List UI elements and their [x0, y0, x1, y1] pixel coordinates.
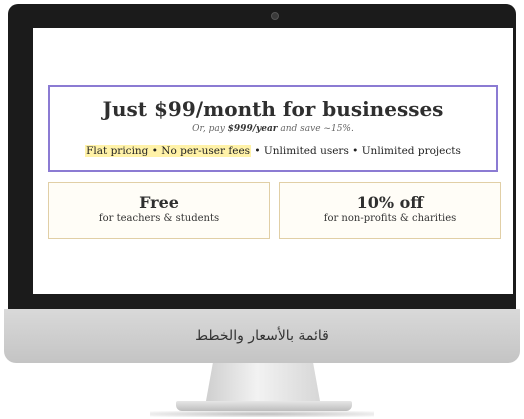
- features-line: Flat pricing • No per-user fees • Unlimi…: [50, 145, 496, 157]
- business-pricing-panel: Just $99/month for businesses Or, pay $9…: [48, 85, 498, 172]
- subline-suffix: and save ~15%.: [277, 124, 354, 134]
- free-offer-title: Free: [139, 193, 179, 212]
- nonprofit-offer-subtitle: for non-profits & charities: [323, 213, 457, 224]
- free-offer-panel: Free for teachers & students: [48, 182, 270, 239]
- nonprofit-offer-title: 10% off: [356, 193, 424, 212]
- free-offer-subtitle: for teachers & students: [98, 213, 220, 224]
- pricing-headline: Just $99/month for businesses: [102, 97, 444, 121]
- monitor-chin: قائمة بالأسعار والخطط: [4, 309, 520, 363]
- monitor-bezel: Just $99/month for businesses Or, pay $9…: [8, 4, 516, 309]
- features-highlight: Flat pricing • No per-user fees: [85, 145, 252, 157]
- monitor-caption: قائمة بالأسعار والخطط: [195, 328, 329, 344]
- subline-annual-price: $999/year: [227, 124, 278, 134]
- camera-icon: [271, 12, 279, 20]
- pricing-subline: Or, pay $999/year and save ~15%.: [50, 124, 496, 134]
- monitor-stand-shadow: [150, 411, 374, 417]
- subline-prefix: Or, pay: [192, 124, 228, 134]
- monitor-stand-neck: [206, 363, 320, 401]
- nonprofit-offer-panel: 10% off for non-profits & charities: [279, 182, 501, 239]
- features-rest: • Unlimited users • Unlimited projects: [251, 145, 461, 157]
- monitor-stand-base: [176, 401, 352, 411]
- monitor-screen: Just $99/month for businesses Or, pay $9…: [33, 28, 513, 294]
